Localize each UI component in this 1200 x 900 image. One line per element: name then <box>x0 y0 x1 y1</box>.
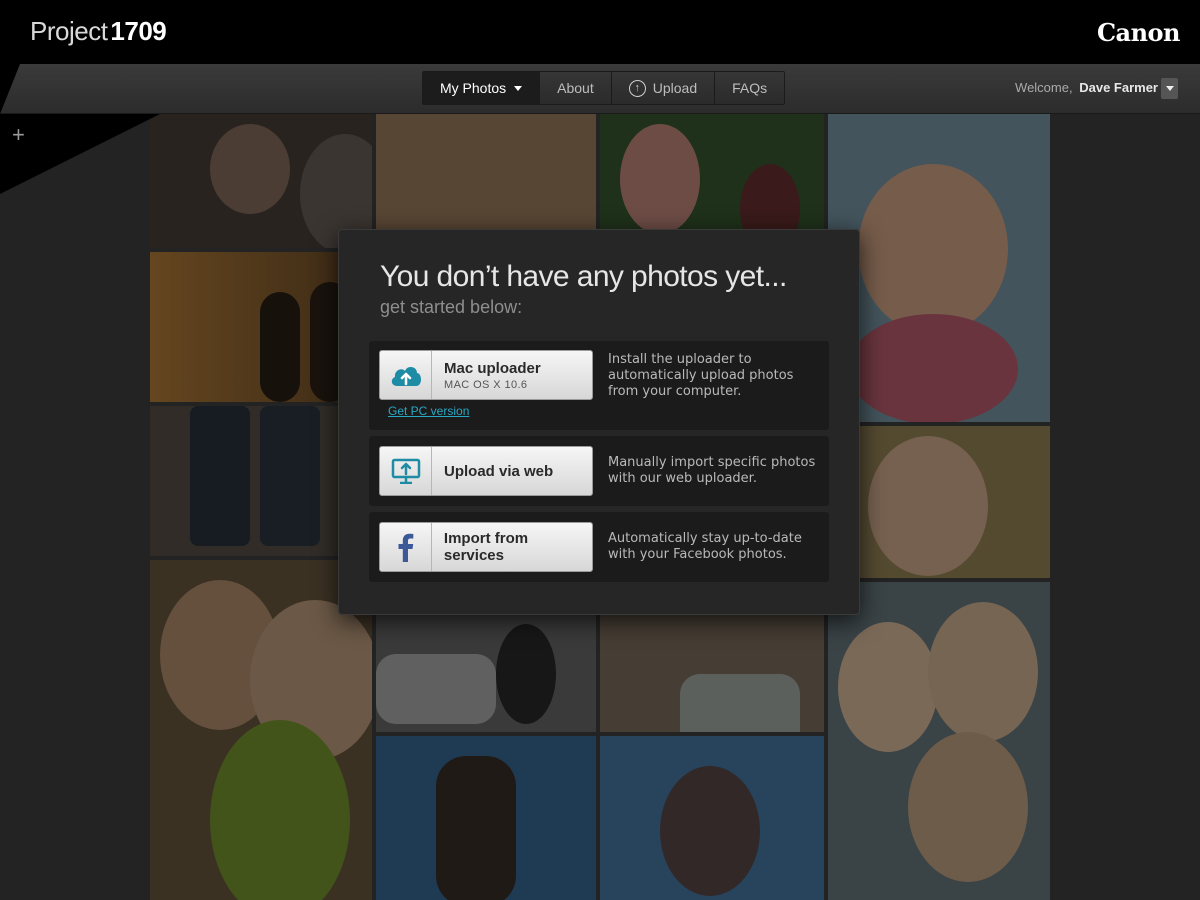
welcome-label: Welcome, <box>1015 80 1073 95</box>
option-upload-web: Upload via web Manually import specific … <box>369 436 829 506</box>
empty-state-dialog: You don’t have any photos yet... get sta… <box>338 229 860 615</box>
user-menu-button[interactable] <box>1161 78 1178 99</box>
import-from-services-button[interactable]: Import from services <box>379 522 593 572</box>
mac-os-version: MAC OS X 10.6 <box>444 378 528 391</box>
logo-text: Project <box>30 16 108 46</box>
background-photo <box>828 582 1050 900</box>
background-photo <box>600 736 824 900</box>
cloud-upload-icon <box>380 351 432 399</box>
canon-logo: Canon <box>1096 18 1181 47</box>
option-import-services: Import from services Automatically stay … <box>369 512 829 582</box>
top-header: Project 1709 Canon <box>0 0 1200 64</box>
background-photo <box>828 114 1050 422</box>
background-photo <box>828 426 1050 578</box>
import-from-services-description: Automatically stay up-to-date with your … <box>608 531 802 562</box>
add-icon[interactable]: + <box>12 124 25 146</box>
welcome-text: Welcome, Dave Farmer <box>1015 80 1158 95</box>
background-photo <box>376 614 596 732</box>
upload-via-web-description: Manually import specific photos with our… <box>608 455 816 486</box>
mac-uploader-description: Install the uploader to automatically up… <box>608 352 794 399</box>
background-photo <box>376 736 596 900</box>
get-pc-version-link[interactable]: Get PC version <box>388 404 469 418</box>
nav-my-photos[interactable]: My Photos <box>422 71 541 105</box>
facebook-icon <box>380 523 432 571</box>
background-photo <box>600 614 824 732</box>
nav-faqs[interactable]: FAQs <box>715 71 786 105</box>
user-name[interactable]: Dave Farmer <box>1079 80 1158 95</box>
nav-upload-label: Upload <box>652 80 698 96</box>
mac-uploader-button[interactable]: Mac uploader MAC OS X 10.6 <box>379 350 593 400</box>
mac-uploader-label: Mac uploader <box>444 359 541 377</box>
nav-about-label: About <box>557 80 594 96</box>
upload-circle-icon: ↑ <box>628 79 646 97</box>
background-photo <box>600 114 824 248</box>
background-photo <box>376 114 596 248</box>
logo-number: 1709 <box>110 16 167 46</box>
option-mac-uploader: Mac uploader MAC OS X 10.6 Get PC versio… <box>369 341 829 430</box>
monitor-upload-icon <box>380 447 432 495</box>
dialog-subtitle: get started below: <box>380 297 523 317</box>
nav-about[interactable]: About <box>540 71 612 105</box>
chevron-down-icon <box>1165 86 1174 91</box>
upload-via-web-button[interactable]: Upload via web <box>379 446 593 496</box>
dialog-title: You don’t have any photos yet... <box>380 260 787 293</box>
import-from-services-label: Import from services <box>443 530 529 564</box>
nav-upload[interactable]: ↑ Upload <box>611 71 716 105</box>
background-photo <box>150 114 372 248</box>
project-logo[interactable]: Project 1709 <box>30 16 167 47</box>
chevron-down-icon <box>514 85 523 91</box>
nav-my-photos-label: My Photos <box>440 80 507 96</box>
main-nav: My Photos About ↑ Upload FAQs <box>422 71 786 105</box>
nav-faqs-label: FAQs <box>732 80 768 96</box>
upload-via-web-label: Upload via web <box>444 462 554 480</box>
